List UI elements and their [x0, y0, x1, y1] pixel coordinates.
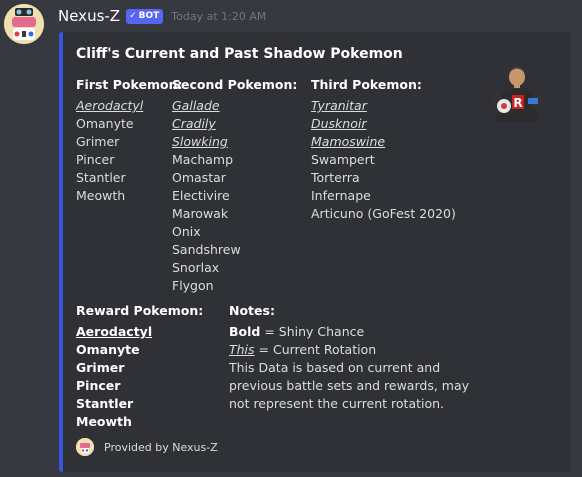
verified-check-icon: ✓: [129, 11, 137, 21]
second-item: Omastar: [172, 170, 226, 185]
reward-item: Meowth: [76, 414, 132, 429]
username[interactable]: Nexus-Z: [58, 7, 120, 25]
embed-thumbnail[interactable]: R: [486, 62, 548, 124]
notes-text-line: This Data is based on current and: [229, 360, 441, 375]
reward-item: Pincer: [76, 378, 121, 393]
message-header: Nexus-Z ✓ BOT Today at 1:20 AM: [58, 6, 266, 26]
field-notes: Notes: Bold = Shiny Chance This = Curren…: [229, 302, 469, 413]
embed-footer: Provided by Nexus-Z: [76, 438, 218, 456]
third-item: Tyranitar: [311, 98, 367, 113]
third-item: Mamoswine: [311, 134, 386, 149]
notes-bold-line: Bold = Shiny Chance: [229, 323, 469, 341]
bot-avatar-icon: [4, 4, 44, 44]
embed: Cliff's Current and Past Shadow Pokemon …: [59, 32, 571, 472]
second-item: Sandshrew: [172, 242, 241, 257]
bot-tag: ✓ BOT: [126, 8, 164, 24]
third-item: Articuno (GoFest 2020): [311, 206, 456, 221]
field-second-name: Second Pokemon:: [172, 77, 298, 92]
second-item: Snorlax: [172, 260, 220, 275]
reward-item: Omanyte: [76, 342, 140, 357]
field-first-pokemon: First Pokemon: Aerodactyl Omanyte Grimer…: [76, 76, 182, 205]
second-item: Marowak: [172, 206, 229, 221]
reward-item: Grimer: [76, 360, 125, 375]
field-notes-name: Notes:: [229, 303, 275, 318]
first-item: Aerodactyl: [76, 98, 144, 113]
second-item: Slowking: [172, 134, 228, 149]
third-item: Dusknoir: [311, 116, 367, 131]
second-item: Flygon: [172, 278, 214, 293]
bot-tag-label: BOT: [138, 11, 160, 21]
bot-avatar[interactable]: [4, 4, 44, 44]
first-item: Meowth: [76, 188, 126, 203]
notes-this-line: This = Current Rotation: [229, 341, 469, 359]
reward-item: Stantler: [76, 396, 134, 411]
notes-this-word: This: [229, 342, 255, 357]
third-item: Swampert: [311, 152, 375, 167]
field-reward-name: Reward Pokemon:: [76, 303, 204, 318]
notes-bold-word: Bold: [229, 324, 261, 339]
reward-item: Aerodactyl: [76, 324, 153, 339]
second-item: Gallade: [172, 98, 220, 113]
notes-this-desc: = Current Rotation: [254, 342, 377, 357]
notes-text-line: previous battle sets and rewards, may: [229, 378, 470, 393]
field-reward-pokemon: Reward Pokemon: Aerodactyl Omanyte Grime…: [76, 302, 203, 431]
second-item: Cradily: [172, 116, 216, 131]
third-item: Torterra: [311, 170, 360, 185]
cliff-trainer-icon: R: [491, 66, 543, 122]
third-item: Infernape: [311, 188, 371, 203]
timestamp: Today at 1:20 AM: [171, 9, 267, 23]
field-second-pokemon: Second Pokemon: Gallade Cradily Slowking…: [172, 76, 297, 295]
second-item: Electivire: [172, 188, 230, 203]
second-item: Machamp: [172, 152, 234, 167]
notes-text-line: not represent the current rotation.: [229, 396, 445, 411]
first-item: Pincer: [76, 152, 115, 167]
field-third-pokemon: Third Pokemon: Tyranitar Dusknoir Mamosw…: [311, 76, 456, 223]
first-item: Stantler: [76, 170, 126, 185]
first-item: Grimer: [76, 134, 120, 149]
first-item: Omanyte: [76, 116, 134, 131]
embed-title: Cliff's Current and Past Shadow Pokemon: [76, 46, 403, 62]
second-item: Onix: [172, 224, 201, 239]
field-third-name: Third Pokemon:: [311, 77, 422, 92]
notes-bold-desc: = Shiny Chance: [260, 324, 365, 339]
footer-text: Provided by Nexus-Z: [104, 440, 218, 454]
footer-bot-icon: [76, 438, 94, 456]
field-first-name: First Pokemon:: [76, 77, 183, 92]
svg-text:R: R: [513, 96, 522, 110]
